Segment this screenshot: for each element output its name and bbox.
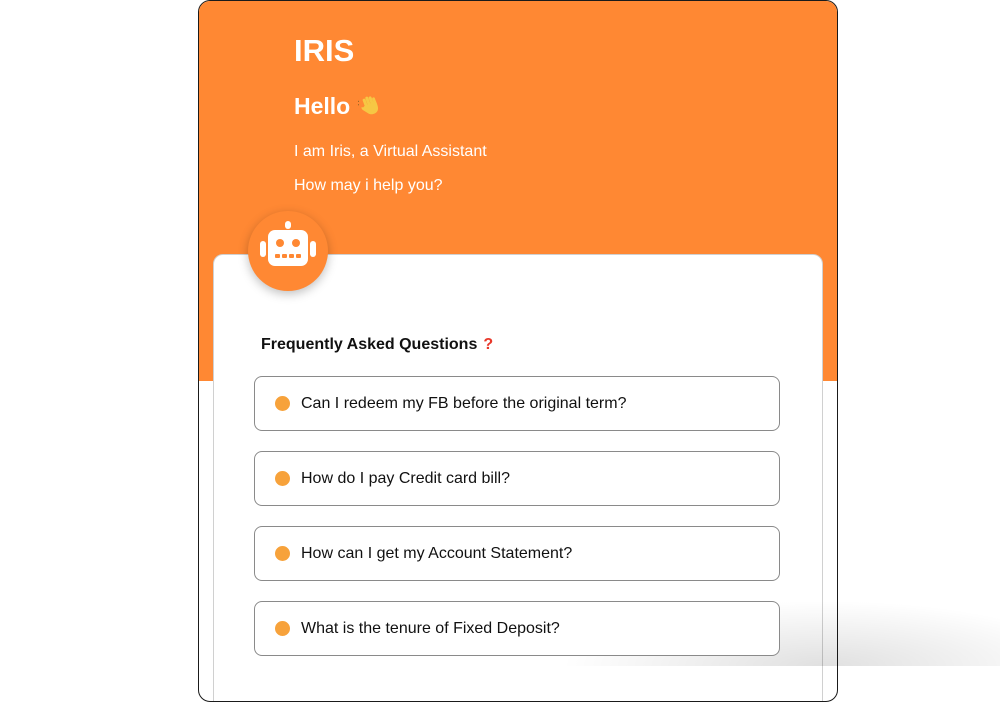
faq-item-account-statement[interactable]: How can I get my Account Statement? bbox=[254, 526, 780, 581]
app-title: IRIS bbox=[294, 33, 355, 68]
faq-item-label: How do I pay Credit card bill? bbox=[301, 469, 510, 487]
bullet-dot-icon bbox=[275, 621, 290, 636]
robot-icon bbox=[257, 219, 319, 284]
bot-avatar bbox=[248, 211, 328, 291]
question-mark-icon: ? bbox=[483, 336, 494, 353]
faq-item-credit-card-bill[interactable]: How do I pay Credit card bill? bbox=[254, 451, 780, 506]
greeting-text: Hello bbox=[294, 93, 351, 119]
faq-item-label: Can I redeem my FB before the original t… bbox=[301, 394, 627, 412]
faq-item-label: How can I get my Account Statement? bbox=[301, 544, 573, 562]
waving-hand-icon bbox=[356, 94, 382, 118]
bullet-dot-icon bbox=[275, 396, 290, 411]
intro-text: I am Iris, a Virtual Assistant bbox=[294, 143, 487, 160]
bullet-dot-icon bbox=[275, 546, 290, 561]
faq-item-fd-tenure[interactable]: What is the tenure of Fixed Deposit? bbox=[254, 601, 780, 656]
faq-heading: Frequently Asked Questions? bbox=[261, 335, 493, 355]
chat-widget: IRIS Hello I am Iris, a Virtual Assistan… bbox=[198, 0, 838, 702]
greeting: Hello bbox=[294, 91, 382, 121]
bullet-dot-icon bbox=[275, 471, 290, 486]
faq-item-redeem-fb[interactable]: Can I redeem my FB before the original t… bbox=[254, 376, 780, 431]
faq-item-label: What is the tenure of Fixed Deposit? bbox=[301, 619, 560, 637]
faq-heading-text: Frequently Asked Questions bbox=[261, 336, 478, 353]
help-prompt-text: How may i help you? bbox=[294, 177, 443, 194]
